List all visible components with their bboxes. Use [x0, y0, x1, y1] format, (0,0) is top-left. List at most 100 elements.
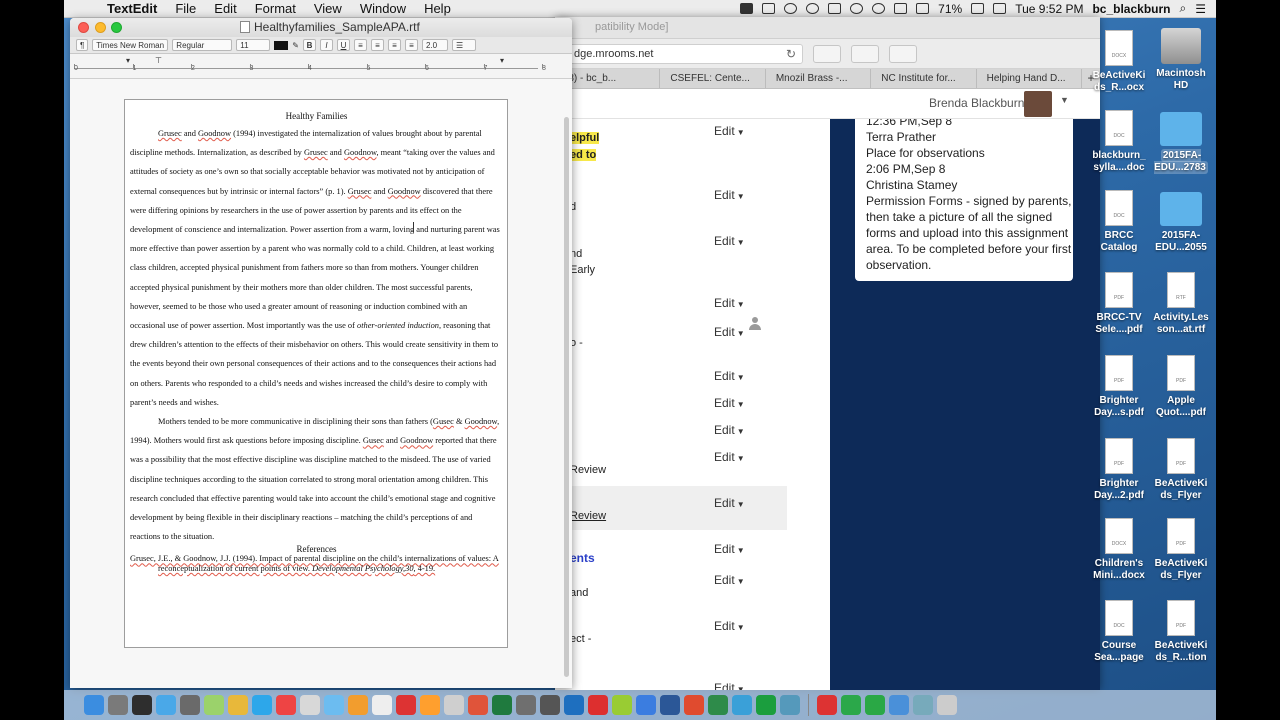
text-color-swatch[interactable] [274, 40, 289, 50]
dock-app-icon[interactable] [468, 695, 488, 715]
bluetooth-icon[interactable] [894, 3, 908, 14]
paragraph-2[interactable]: Mothers tended to be more communicative … [130, 412, 503, 546]
dock-app-icon[interactable] [396, 695, 416, 715]
menu-view[interactable]: View [305, 1, 351, 16]
address-bar[interactable]: dge.mrooms.net ↻ [563, 43, 803, 64]
align-right-button[interactable]: ≡ [388, 39, 401, 51]
dock-app-icon[interactable] [108, 695, 128, 715]
user-name[interactable]: Brenda Blackburn [929, 96, 1024, 110]
dock-app-icon[interactable] [276, 695, 296, 715]
menu-file[interactable]: File [166, 1, 205, 16]
edit-menu-button[interactable]: Edit ▼ [714, 423, 745, 437]
desktop-file-icon[interactable]: PDF Apple Quot....pdf [1149, 355, 1213, 419]
card-line[interactable]: Place for observations [866, 145, 1073, 161]
battery-icon[interactable] [971, 3, 985, 14]
vertical-scrollbar[interactable] [564, 117, 569, 677]
edit-menu-button[interactable]: Edit ▼ [714, 542, 745, 556]
edit-menu-button[interactable]: Edit ▼ [714, 188, 745, 202]
browser-tab[interactable]: Mnozil Brass -... [766, 69, 872, 88]
flag-icon[interactable] [993, 3, 1007, 14]
line-spacing-popup[interactable]: 2.0 [422, 39, 448, 51]
person-icon[interactable] [748, 317, 762, 331]
desktop-file-icon[interactable]: RTF Activity.Les son...at.rtf [1149, 272, 1213, 336]
dock-app-icon[interactable] [889, 695, 909, 715]
edit-menu-button[interactable]: Edit ▼ [714, 573, 745, 587]
edit-menu-button[interactable]: Edit ▼ [714, 681, 745, 690]
dock-app-icon[interactable] [684, 695, 704, 715]
edit-menu-button[interactable]: Edit ▼ [714, 296, 745, 310]
dock-app-icon[interactable] [817, 695, 837, 715]
bold-button[interactable]: B [303, 39, 316, 51]
menu-window[interactable]: Window [351, 1, 415, 16]
justify-button[interactable]: ≡ [405, 39, 418, 51]
desktop-file-icon[interactable]: 2015FA-EDU...2783 [1149, 110, 1213, 174]
dock-app-icon[interactable] [444, 695, 464, 715]
desktop-file-icon[interactable]: DOC blackburn_ sylla....doc [1087, 110, 1151, 174]
desktop-file-icon[interactable]: PDF BRCC-TV Sele....pdf [1087, 272, 1151, 336]
document-icon[interactable] [240, 21, 250, 33]
evernote-icon[interactable] [784, 3, 798, 14]
dock-app-icon[interactable] [636, 695, 656, 715]
desktop-file-icon[interactable]: PDF Brighter Day...2.pdf [1087, 438, 1151, 502]
list-bullets-popup[interactable]: ☰ [452, 39, 476, 51]
desktop-file-icon[interactable]: PDF BeActiveKi ds_R...tion [1149, 600, 1213, 664]
dock-app-icon[interactable] [708, 695, 728, 715]
edit-menu-button[interactable]: Edit ▼ [714, 124, 745, 138]
typeface-popup[interactable]: Regular [172, 39, 233, 51]
dock-app-icon[interactable] [865, 695, 885, 715]
zoom-button[interactable] [111, 22, 122, 33]
browser-tab[interactable]: Helping Hand D... [977, 69, 1083, 88]
edit-menu-button[interactable]: Edit ▼ [714, 496, 745, 510]
font-size-popup[interactable]: 11 [236, 39, 271, 51]
edit-menu-button[interactable]: Edit ▼ [714, 619, 745, 633]
dock-app-icon[interactable] [540, 695, 560, 715]
share-button[interactable] [813, 44, 841, 63]
browser-tab[interactable]: NC Institute for... [871, 69, 977, 88]
dock-app-icon[interactable] [324, 695, 344, 715]
underline-button[interactable]: U [337, 39, 350, 51]
sync-icon[interactable] [828, 3, 842, 14]
card-line[interactable]: Permission Forms - signed by parents, th… [866, 193, 1073, 273]
menubar-clock[interactable]: Tue 9:52 PM [1015, 2, 1083, 16]
dock-app-icon[interactable] [841, 695, 861, 715]
browser-tab[interactable]: CSEFEL: Cente... [660, 69, 766, 88]
highlight-color-icon[interactable]: ✎ [292, 41, 299, 50]
dock-app-icon[interactable] [204, 695, 224, 715]
dock-app-icon[interactable] [180, 695, 200, 715]
dock-app-icon[interactable] [492, 695, 512, 715]
desktop-file-icon[interactable]: Macintosh HD [1149, 28, 1213, 92]
dock-app-icon[interactable] [84, 695, 104, 715]
tab-stop-marker[interactable]: ⊤ [155, 56, 162, 65]
italic-button[interactable]: I [320, 39, 333, 51]
battery-percent[interactable]: 71% [938, 2, 962, 16]
paragraph-1[interactable]: Grusec and Goodnow (1994) investigated t… [130, 124, 503, 412]
wifi-icon[interactable] [872, 3, 886, 14]
dock-app-icon[interactable] [420, 695, 440, 715]
dock-app-icon[interactable] [228, 695, 248, 715]
dock-app-icon[interactable] [780, 695, 800, 715]
dock-app-icon[interactable] [588, 695, 608, 715]
notification-center-icon[interactable]: ☰ [1195, 2, 1206, 16]
dock-app-icon[interactable] [937, 695, 957, 715]
dock-app-icon[interactable] [612, 695, 632, 715]
edit-menu-button[interactable]: Edit ▼ [714, 325, 745, 339]
dock-app-icon[interactable] [913, 695, 933, 715]
menu-help[interactable]: Help [415, 1, 460, 16]
paragraph-style-popup[interactable]: ¶ [76, 39, 89, 51]
first-indent-marker[interactable]: ▾ [126, 56, 130, 65]
menubar-user[interactable]: bc_blackburn [1092, 2, 1170, 16]
dock-app-icon[interactable] [564, 695, 584, 715]
desktop-file-icon[interactable]: DOC Course Sea...page [1087, 600, 1151, 664]
dock-app-icon[interactable] [660, 695, 680, 715]
menu-format[interactable]: Format [246, 1, 305, 16]
adobe-icon[interactable] [806, 3, 820, 14]
dock-app-icon[interactable] [516, 695, 536, 715]
volume-icon[interactable] [916, 3, 930, 14]
desktop-file-icon[interactable]: DOCX BeActiveKi ds_R...ocx [1087, 30, 1151, 94]
desktop-file-icon[interactable]: PDF BeActiveKi ds_Flyer [1149, 438, 1213, 502]
edit-menu-button[interactable]: Edit ▼ [714, 369, 745, 383]
document-area[interactable]: Healthy Families Grusec and Goodnow (199… [70, 79, 572, 688]
minimize-button[interactable] [95, 22, 106, 33]
desktop-file-icon[interactable]: DOC BRCC Catalog [1087, 190, 1151, 254]
ruler[interactable]: ▾ ⊤ ▾ 012345678 [70, 54, 572, 79]
